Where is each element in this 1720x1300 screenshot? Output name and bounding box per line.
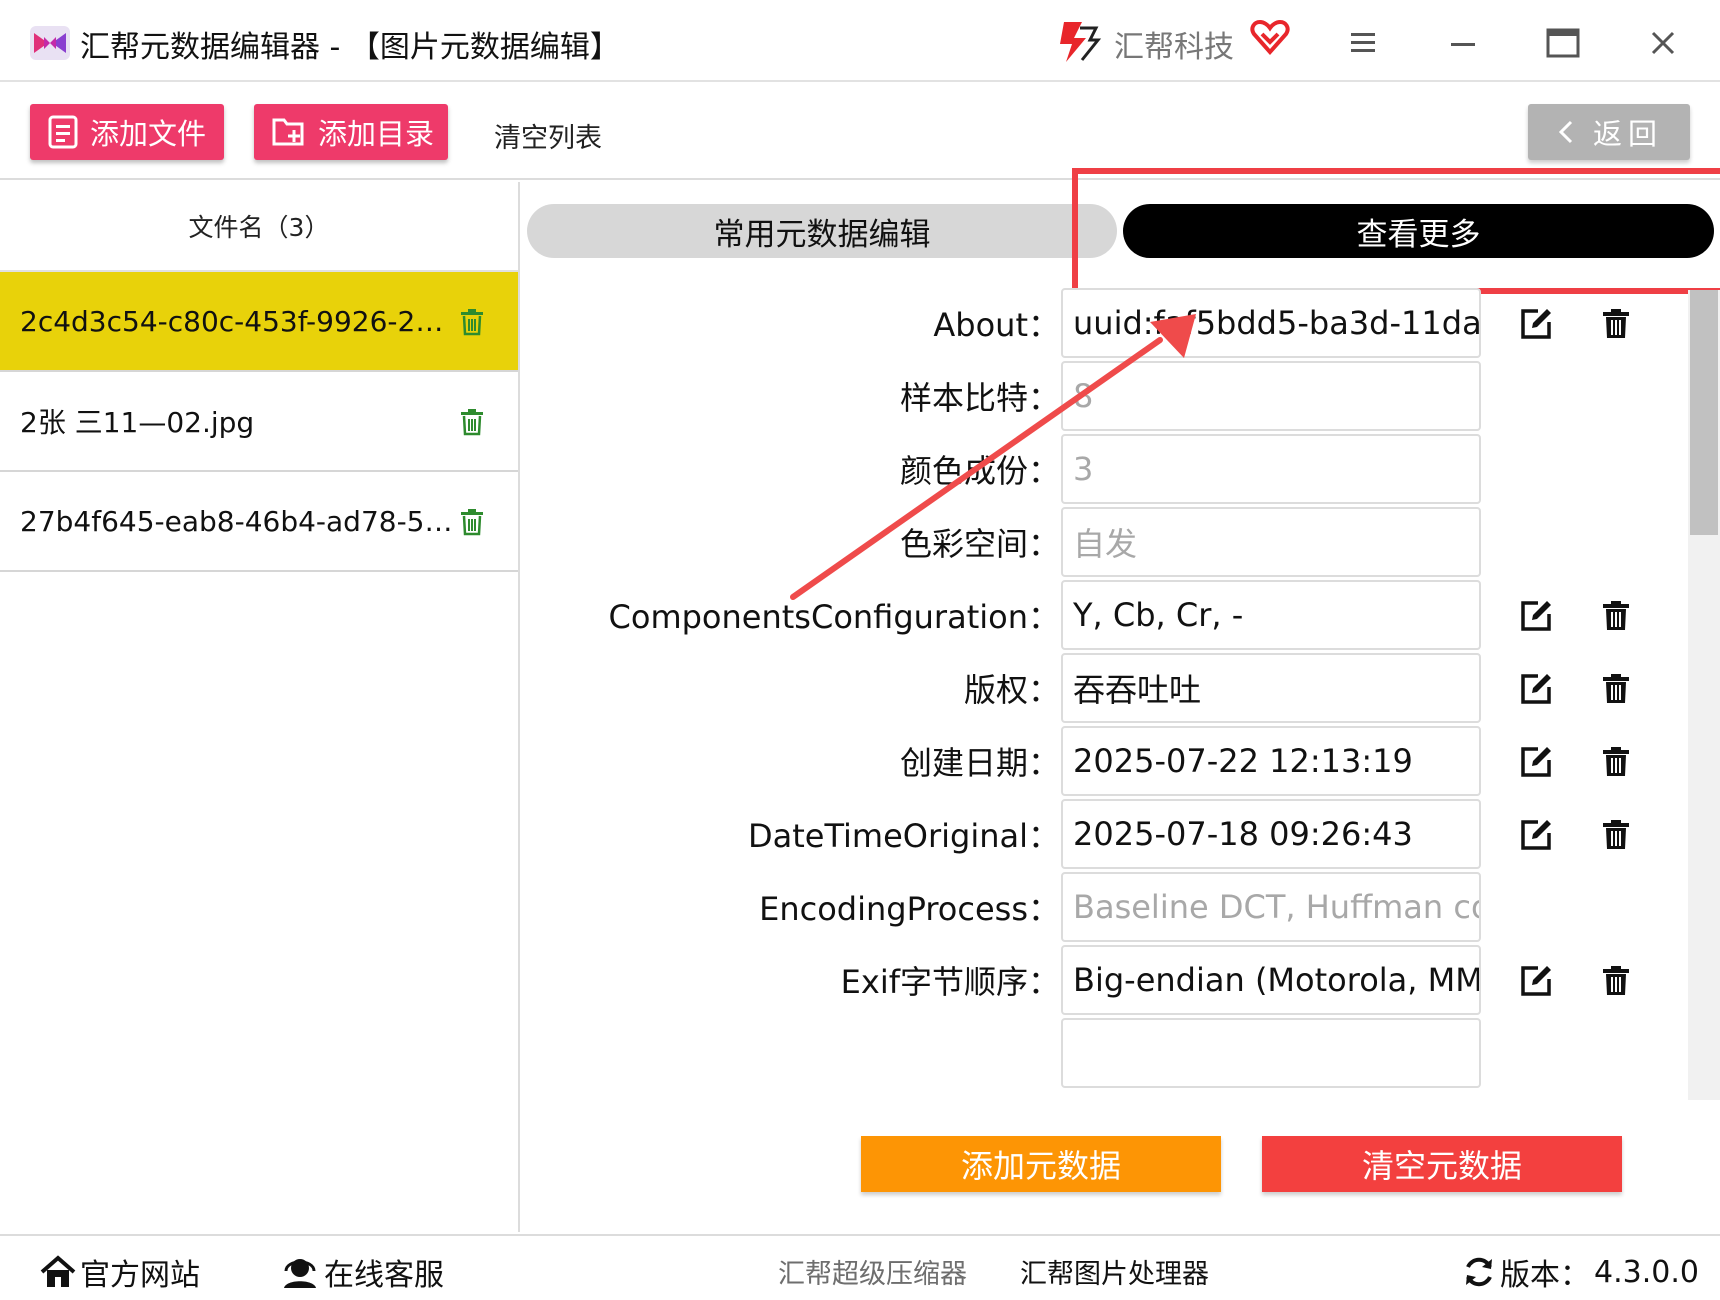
edit-icon[interactable] (1518, 744, 1554, 784)
app-title: 汇帮元数据编辑器 - 【图片元数据编辑】 (80, 30, 620, 65)
home-icon (40, 1255, 76, 1287)
metadata-row: DateTimeOriginal： 2025-07-18 09:26:43 (527, 799, 1687, 871)
delete-icon[interactable] (1601, 819, 1631, 855)
delete-icon[interactable] (1601, 965, 1631, 1001)
metadata-label: ComponentsConfiguration： (608, 598, 1060, 636)
metadata-label: About： (933, 306, 1060, 344)
headset-icon (284, 1259, 316, 1288)
footer: 官方网站 在线客服 汇帮超级压缩器 汇帮图片处理器 版本： 4.3.0.0 (0, 1234, 1720, 1300)
metadata-value-field: 自发 (1061, 507, 1481, 577)
metadata-label: 样本比特： (899, 379, 1060, 417)
chevron-left-icon (1558, 120, 1573, 144)
trash-icon[interactable] (460, 508, 484, 543)
close-icon[interactable] (1638, 18, 1688, 68)
delete-icon[interactable] (1601, 746, 1631, 782)
metadata-row: Exif字节顺序： Big-endian (Motorola, MM (527, 945, 1687, 1017)
file-list-header: 文件名（3） (0, 182, 518, 272)
scrollbar-thumb[interactable] (1690, 290, 1718, 535)
file-name: 27b4f645-eab8-46b4-ad78-5998... (20, 504, 460, 538)
metadata-value-field: 8 (1061, 361, 1481, 431)
metadata-row: ComponentsConfiguration： Y, Cb, Cr, - (527, 580, 1687, 652)
delete-icon[interactable] (1601, 673, 1631, 709)
title-bar: 汇帮元数据编辑器 - 【图片元数据编辑】 汇帮科技 (0, 0, 1720, 82)
file-row-1[interactable]: 2c4d3c54-c80c-453f-9926-2d34... (0, 272, 518, 372)
clear-list-button[interactable]: 清空列表 (494, 116, 602, 155)
delete-icon[interactable] (1601, 308, 1631, 344)
back-button[interactable]: 返回 (1528, 104, 1690, 160)
back-label: 返回 (1592, 117, 1663, 151)
official-website-link[interactable]: 官方网站 (40, 1250, 200, 1294)
app-logo-icon (30, 26, 70, 60)
version-label: 版本： (1500, 1258, 1590, 1293)
trash-icon[interactable] (460, 308, 484, 343)
metadata-value-field[interactable]: uuid:faf5bdd5-ba3d-11da- (1061, 288, 1481, 358)
minimize-icon[interactable] (1438, 18, 1488, 68)
metadata-value-field[interactable]: 2025-07-22 12:13:19 (1061, 726, 1481, 796)
metadata-row: EncodingProcess： Baseline DCT, Huffman c… (527, 872, 1687, 944)
add-directory-button[interactable]: 添加目录 (254, 104, 448, 160)
edit-icon[interactable] (1518, 598, 1554, 638)
add-file-button[interactable]: 添加文件 (30, 104, 224, 160)
metadata-value-field[interactable]: 2025-07-18 09:26:43 (1061, 799, 1481, 869)
metadata-label: 创建日期： (899, 744, 1060, 782)
brand-heart-icon[interactable] (1250, 19, 1290, 60)
metadata-label: 版权： (963, 671, 1060, 709)
metadata-label: DateTimeOriginal： (747, 817, 1060, 855)
file-sidebar: 文件名（3） 2c4d3c54-c80c-453f-9926-2d34... 2… (0, 182, 520, 1232)
file-name: 2张 三11—02.jpg (20, 406, 255, 439)
online-support-label: 在线客服 (324, 1258, 444, 1293)
file-row-3[interactable]: 27b4f645-eab8-46b4-ad78-5998... (0, 472, 518, 572)
metadata-row: 版权： 吞吞吐吐 (527, 653, 1687, 725)
folder-add-icon (272, 118, 304, 146)
metadata-row: 颜色成份： 3 (527, 434, 1687, 506)
metadata-row: 色彩空间： 自发 (527, 507, 1687, 579)
edit-icon[interactable] (1518, 306, 1554, 346)
metadata-value-field[interactable] (1061, 1018, 1481, 1088)
metadata-value-field: Baseline DCT, Huffman coc (1061, 872, 1481, 942)
metadata-value-field[interactable]: Big-endian (Motorola, MM (1061, 945, 1481, 1015)
edit-icon[interactable] (1518, 671, 1554, 711)
official-website-label: 官方网站 (80, 1258, 200, 1293)
metadata-label: Exif字节顺序： (840, 963, 1060, 1001)
metadata-list: About： uuid:faf5bdd5-ba3d-11da- 样本比特： 8 … (527, 288, 1687, 1100)
edit-icon[interactable] (1518, 817, 1554, 857)
metadata-row (527, 1018, 1687, 1090)
file-list-icon (48, 115, 78, 149)
metadata-label: 颜色成份： (899, 452, 1060, 490)
maximize-icon[interactable] (1538, 18, 1588, 68)
metadata-row: 创建日期： 2025-07-22 12:13:19 (527, 726, 1687, 798)
metadata-row: About： uuid:faf5bdd5-ba3d-11da- (527, 288, 1687, 360)
compressor-link[interactable]: 汇帮超级压缩器 (778, 1252, 967, 1291)
annotation-highlight-box (1072, 168, 1720, 294)
online-support-link[interactable]: 在线客服 (280, 1250, 444, 1294)
metadata-label: EncodingProcess： (759, 890, 1060, 928)
file-name: 2c4d3c54-c80c-453f-9926-2d34... (20, 304, 460, 338)
metadata-value-field: 3 (1061, 434, 1481, 504)
brand-logo-icon (1052, 16, 1102, 70)
metadata-row: 样本比特： 8 (527, 361, 1687, 433)
clear-metadata-button[interactable]: 清空元数据 (1262, 1136, 1622, 1192)
menu-icon[interactable] (1338, 18, 1388, 68)
file-row-2[interactable]: 2张 三11—02.jpg (0, 372, 518, 472)
trash-icon[interactable] (460, 408, 484, 443)
metadata-value-field[interactable]: 吞吞吐吐 (1061, 653, 1481, 723)
refresh-icon (1466, 1257, 1492, 1287)
toolbar: 添加文件 添加目录 清空列表 返回 (0, 84, 1720, 180)
metadata-value-field[interactable]: Y, Cb, Cr, - (1061, 580, 1481, 650)
add-metadata-button[interactable]: 添加元数据 (861, 1136, 1221, 1192)
add-file-label: 添加文件 (90, 117, 207, 151)
edit-icon[interactable] (1518, 963, 1554, 1003)
delete-icon[interactable] (1601, 600, 1631, 636)
image-processor-link[interactable]: 汇帮图片处理器 (1020, 1252, 1209, 1291)
version-info: 版本： 4.3.0.0 (1462, 1250, 1699, 1294)
add-directory-label: 添加目录 (318, 117, 435, 151)
metadata-label: 色彩空间： (899, 525, 1060, 563)
brand-name: 汇帮科技 (1114, 30, 1234, 65)
tab-common-metadata[interactable]: 常用元数据编辑 (527, 204, 1117, 258)
version-value: 4.3.0.0 (1594, 1254, 1699, 1290)
